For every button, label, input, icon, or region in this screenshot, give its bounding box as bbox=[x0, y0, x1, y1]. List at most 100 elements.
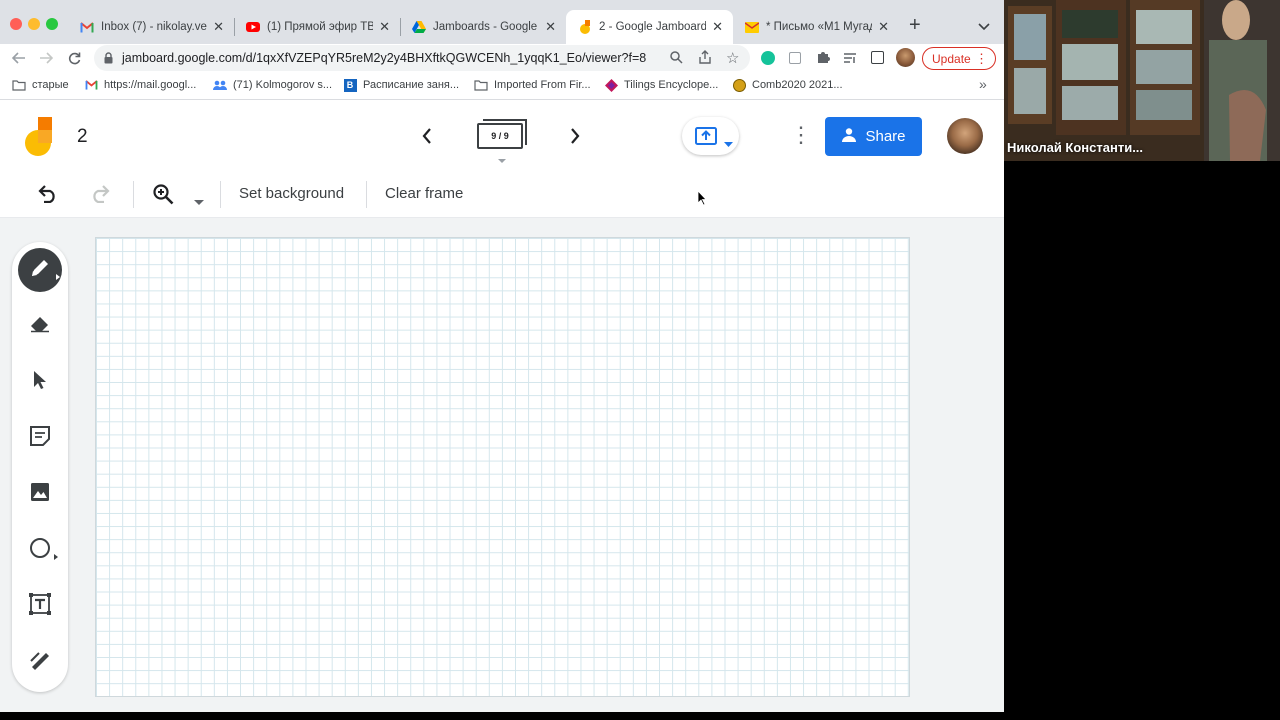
toolbar-divider bbox=[220, 181, 221, 208]
url-text[interactable]: jamboard.google.com/d/1qxXfVZEPqYR5reM2y… bbox=[122, 51, 646, 65]
tiling-icon bbox=[604, 78, 618, 92]
omnibox[interactable]: jamboard.google.com/d/1qxXfVZEPqYR5reM2y… bbox=[94, 45, 750, 71]
new-tab-button[interactable]: + bbox=[909, 14, 921, 37]
set-background-button[interactable]: Set background bbox=[239, 185, 344, 202]
bookmark-item[interactable]: Imported From Fir... bbox=[474, 78, 591, 92]
shape-tool-button[interactable] bbox=[18, 528, 62, 572]
previous-frame-icon[interactable] bbox=[422, 128, 432, 149]
video-tile: Николай Константи... bbox=[1004, 0, 1280, 161]
jamboard-title[interactable]: 2 bbox=[77, 126, 88, 148]
text-box-tool-button[interactable] bbox=[18, 584, 62, 628]
browser-window: Inbox (7) - nikolay.vere ✕ (1) Прямой эф… bbox=[0, 0, 1004, 712]
forward-icon[interactable] bbox=[34, 46, 58, 70]
eraser-icon bbox=[29, 315, 51, 338]
back-icon[interactable] bbox=[7, 46, 31, 70]
menu-dots-icon: ⋮ bbox=[975, 51, 988, 66]
participant-name: Николай Константи... bbox=[1007, 140, 1144, 155]
pen-tool-button[interactable] bbox=[18, 248, 62, 292]
tab-title: * Письмо «M1 Мугад bbox=[766, 21, 873, 33]
bookmark-item[interactable]: https://mail.googl... bbox=[84, 78, 196, 92]
close-window-button[interactable] bbox=[10, 18, 22, 30]
bookmark-item[interactable]: Tilings Encyclope... bbox=[604, 78, 718, 92]
star-icon[interactable]: ☆ bbox=[726, 49, 739, 67]
pen-icon bbox=[29, 257, 51, 284]
sticky-note-tool-button[interactable] bbox=[18, 416, 62, 460]
tool-rail bbox=[12, 242, 68, 692]
toolbar-divider bbox=[366, 181, 367, 208]
tab-jamboards-drive[interactable]: Jamboards - Google D ✕ bbox=[400, 10, 566, 44]
mail-icon bbox=[745, 20, 759, 34]
redo-icon[interactable] bbox=[90, 185, 110, 208]
tab-jamboard-active[interactable]: 2 - Google Jamboard ✕ bbox=[566, 10, 733, 44]
account-avatar[interactable] bbox=[947, 118, 983, 154]
present-button[interactable] bbox=[682, 117, 739, 155]
frame-indicator: 9 / 9 bbox=[477, 123, 523, 149]
caret-right-icon bbox=[54, 547, 58, 565]
bookmark-item[interactable]: B Расписание заня... bbox=[343, 78, 459, 92]
reading-list-icon[interactable] bbox=[843, 51, 857, 69]
jamboard-toolbar: Set background Clear frame bbox=[0, 172, 1004, 218]
cast-icon bbox=[695, 127, 717, 150]
cursor-arrow-icon bbox=[32, 370, 48, 395]
share-page-icon[interactable] bbox=[699, 50, 711, 69]
update-label: Update bbox=[932, 51, 971, 66]
tab-search-icon[interactable] bbox=[978, 18, 990, 36]
clear-frame-button[interactable]: Clear frame bbox=[385, 185, 463, 202]
next-frame-icon[interactable] bbox=[570, 128, 580, 149]
share-label: Share bbox=[865, 128, 906, 145]
more-options-icon[interactable]: ⋮ bbox=[790, 124, 812, 146]
grammarly-icon[interactable] bbox=[761, 51, 775, 65]
tab-mail[interactable]: * Письмо «M1 Мугад ✕ bbox=[733, 10, 899, 44]
laser-icon bbox=[29, 650, 51, 675]
lock-icon[interactable] bbox=[104, 51, 113, 69]
profile-avatar[interactable] bbox=[896, 48, 915, 67]
bookmark-label: Comb2020 2021... bbox=[752, 79, 843, 91]
jamboard-logo[interactable] bbox=[25, 117, 53, 157]
select-tool-button[interactable] bbox=[18, 360, 62, 404]
b-icon: B bbox=[343, 78, 357, 92]
zoom-dropdown-icon[interactable] bbox=[194, 192, 204, 210]
caret-right-icon bbox=[56, 267, 60, 285]
update-button[interactable]: Update ⋮ bbox=[922, 47, 996, 70]
tab-title: Inbox (7) - nikolay.vere bbox=[101, 21, 208, 33]
jamboard-icon bbox=[578, 20, 592, 34]
youtube-icon bbox=[246, 20, 260, 34]
close-icon[interactable]: ✕ bbox=[545, 19, 556, 35]
jamboard-header: 2 9 / 9 ⋮ Share bbox=[0, 100, 1004, 173]
tab-title: 2 - Google Jamboard bbox=[599, 21, 707, 33]
zoom-in-icon[interactable] bbox=[153, 184, 174, 210]
text-box-icon bbox=[28, 592, 52, 621]
zoom-window-button[interactable] bbox=[46, 18, 58, 30]
tab-youtube[interactable]: (1) Прямой эфир ТВ-к ✕ bbox=[234, 10, 400, 44]
google-drive-icon bbox=[412, 20, 426, 34]
sticky-note-icon bbox=[30, 425, 50, 451]
bookmark-item[interactable]: старые bbox=[12, 78, 69, 92]
tab-gmail[interactable]: Inbox (7) - nikolay.vere ✕ bbox=[68, 10, 234, 44]
gmail-icon bbox=[80, 20, 94, 34]
close-icon[interactable]: ✕ bbox=[878, 19, 889, 35]
close-icon[interactable]: ✕ bbox=[379, 19, 390, 35]
zoom-icon[interactable] bbox=[670, 51, 683, 69]
work-area bbox=[0, 218, 1004, 712]
toolbar-divider bbox=[133, 181, 134, 208]
participant-video bbox=[1004, 0, 1280, 161]
tab-title: (1) Прямой эфир ТВ-к bbox=[267, 21, 374, 33]
image-tool-button[interactable] bbox=[18, 472, 62, 516]
share-button[interactable]: Share bbox=[825, 117, 922, 156]
undo-icon[interactable] bbox=[38, 185, 58, 208]
more-bookmarks-icon[interactable]: » bbox=[979, 76, 987, 92]
extension-grey-icon[interactable] bbox=[789, 52, 801, 64]
laser-tool-button[interactable] bbox=[18, 640, 62, 684]
bookmark-item[interactable]: Comb2020 2021... bbox=[732, 78, 843, 92]
jamboard-canvas[interactable] bbox=[95, 237, 910, 697]
minimize-window-button[interactable] bbox=[28, 18, 40, 30]
frame-bar[interactable]: 9 / 9 bbox=[477, 119, 529, 163]
eraser-tool-button[interactable] bbox=[18, 304, 62, 348]
close-icon[interactable]: ✕ bbox=[213, 19, 224, 35]
bookmark-item[interactable]: (71) Kolmogorov s... bbox=[213, 78, 332, 92]
extensions-puzzle-icon[interactable] bbox=[816, 50, 830, 69]
side-panel-icon[interactable] bbox=[871, 51, 884, 64]
close-icon[interactable]: ✕ bbox=[712, 19, 723, 35]
people-icon bbox=[841, 127, 857, 147]
reload-icon[interactable] bbox=[62, 46, 86, 70]
